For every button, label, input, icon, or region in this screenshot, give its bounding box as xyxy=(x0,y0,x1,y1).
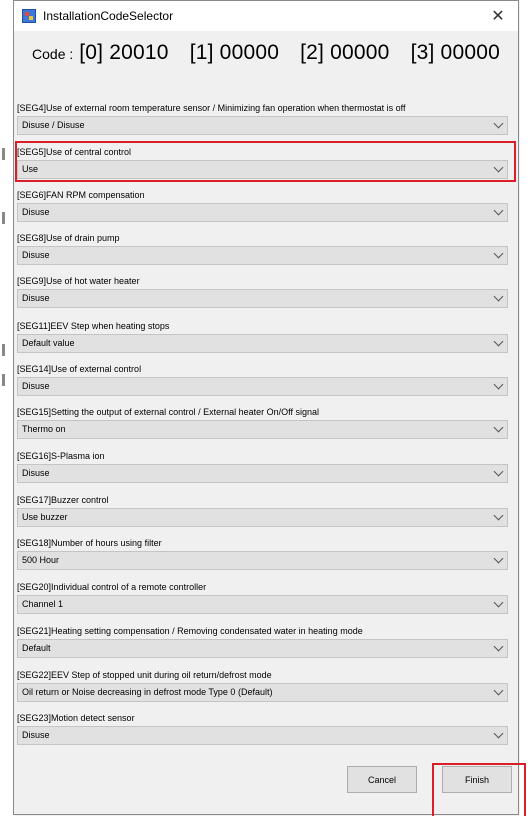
chevron-down-icon xyxy=(493,336,504,347)
segment-dropdown[interactable]: Thermo on xyxy=(17,420,508,439)
segment-seg6: [SEG6]FAN RPM compensation Disuse xyxy=(17,189,508,229)
segment-seg11: [SEG11]EEV Step when heating stops Defau… xyxy=(17,320,508,360)
dropdown-value: Disuse xyxy=(22,250,50,260)
chevron-down-icon xyxy=(493,248,504,259)
chevron-down-icon xyxy=(493,510,504,521)
segment-label: [SEG4]Use of external room temperature s… xyxy=(17,103,406,113)
segment-dropdown[interactable]: Disuse xyxy=(17,289,508,308)
segment-dropdown[interactable]: 500 Hour xyxy=(17,551,508,570)
finish-highlight-box xyxy=(432,763,526,816)
segment-dropdown[interactable]: Default value xyxy=(17,334,508,353)
close-button[interactable]: ✕ xyxy=(478,1,518,31)
background-window-right xyxy=(520,0,530,816)
chevron-down-icon xyxy=(493,553,504,564)
segment-label: [SEG15]Setting the output of external co… xyxy=(17,407,320,417)
segment-label: [SEG21]Heating setting compensation / Re… xyxy=(17,626,363,636)
chevron-down-icon xyxy=(493,466,504,477)
background-mark xyxy=(2,374,5,386)
code-value-3: [3] 00000 xyxy=(410,41,500,64)
segment-seg15: [SEG15]Setting the output of external co… xyxy=(17,406,508,446)
dropdown-value: Disuse xyxy=(22,207,50,217)
chevron-down-icon xyxy=(493,728,504,739)
segment-dropdown[interactable]: Channel 1 xyxy=(17,595,508,614)
segment-label: [SEG14]Use of external control xyxy=(17,364,142,374)
background-mark xyxy=(2,148,5,160)
chevron-down-icon xyxy=(493,597,504,608)
segment-seg9: [SEG9]Use of hot water heater Disuse xyxy=(17,275,508,315)
dropdown-value: Channel 1 xyxy=(22,599,64,609)
dropdown-value: Disuse xyxy=(22,730,50,740)
code-value-0: [0] 20010 xyxy=(79,41,169,64)
code-label: Code : xyxy=(32,46,74,62)
title-bar: InstallationCodeSelector ✕ xyxy=(14,1,518,31)
segment-label: [SEG9]Use of hot water heater xyxy=(17,276,140,286)
segment-seg17: [SEG17]Buzzer control Use buzzer xyxy=(17,494,508,534)
chevron-down-icon xyxy=(493,685,504,696)
chevron-down-icon xyxy=(493,641,504,652)
dropdown-value: Disuse xyxy=(22,381,50,391)
segment-seg8: [SEG8]Use of drain pump Disuse xyxy=(17,232,508,272)
segment-seg21: [SEG21]Heating setting compensation / Re… xyxy=(17,625,508,665)
background-mark xyxy=(2,344,5,356)
dropdown-value: Default xyxy=(22,643,51,653)
segment-dropdown[interactable]: Oil return or Noise decreasing in defros… xyxy=(17,683,508,702)
segment-seg22: [SEG22]EEV Step of stopped unit during o… xyxy=(17,669,508,709)
chevron-down-icon xyxy=(493,422,504,433)
dropdown-value: Use buzzer xyxy=(22,512,68,522)
chevron-down-icon xyxy=(493,379,504,390)
segment-dropdown[interactable]: Default xyxy=(17,639,508,658)
background-mark xyxy=(2,212,5,224)
background-window-left xyxy=(0,0,14,816)
segment-dropdown[interactable]: Disuse xyxy=(17,203,508,222)
segment-seg18: [SEG18]Number of hours using filter 500 … xyxy=(17,537,508,577)
dropdown-value: Default value xyxy=(22,338,75,348)
segment-label: [SEG16]S-Plasma ion xyxy=(17,451,105,461)
code-display: Code : [0] 20010 [1] 00000 [2] 00000 [3]… xyxy=(14,41,518,65)
segment-label: [SEG17]Buzzer control xyxy=(17,495,109,505)
code-value-2: [2] 00000 xyxy=(300,41,390,64)
dropdown-value: Thermo on xyxy=(22,424,66,434)
segment-label: [SEG23]Motion detect sensor xyxy=(17,713,135,723)
code-values: [0] 20010 [1] 00000 [2] 00000 [3] 00000 xyxy=(79,41,500,65)
dropdown-value: 500 Hour xyxy=(22,555,60,565)
segment-label: [SEG22]EEV Step of stopped unit during o… xyxy=(17,670,272,680)
seg5-highlight-box xyxy=(15,141,516,182)
segment-dropdown[interactable]: Disuse xyxy=(17,246,508,265)
chevron-down-icon xyxy=(493,291,504,302)
segment-seg16: [SEG16]S-Plasma ion Disuse xyxy=(17,450,508,490)
segment-dropdown[interactable]: Disuse / Disuse xyxy=(17,116,508,135)
segment-dropdown[interactable]: Disuse xyxy=(17,726,508,745)
segment-label: [SEG18]Number of hours using filter xyxy=(17,538,162,548)
segment-label: [SEG8]Use of drain pump xyxy=(17,233,120,243)
window-title: InstallationCodeSelector xyxy=(43,9,174,23)
segment-label: [SEG6]FAN RPM compensation xyxy=(17,190,145,200)
dropdown-value: Oil return or Noise decreasing in defros… xyxy=(22,687,273,697)
segment-dropdown[interactable]: Use buzzer xyxy=(17,508,508,527)
segment-label: [SEG11]EEV Step when heating stops xyxy=(17,321,170,331)
dropdown-value: Disuse xyxy=(22,293,50,303)
segment-label: [SEG20]Individual control of a remote co… xyxy=(17,582,207,592)
chevron-down-icon xyxy=(493,118,504,129)
chevron-down-icon xyxy=(493,205,504,216)
segment-seg4: [SEG4]Use of external room temperature s… xyxy=(17,102,508,142)
segment-seg14: [SEG14]Use of external control Disuse xyxy=(17,363,508,403)
app-icon xyxy=(22,9,36,23)
segment-dropdown[interactable]: Disuse xyxy=(17,377,508,396)
segment-seg20: [SEG20]Individual control of a remote co… xyxy=(17,581,508,621)
cancel-button[interactable]: Cancel xyxy=(347,766,417,793)
close-icon: ✕ xyxy=(491,8,505,25)
segment-dropdown[interactable]: Disuse xyxy=(17,464,508,483)
code-value-1: [1] 00000 xyxy=(189,41,280,64)
segment-seg23: [SEG23]Motion detect sensor Disuse xyxy=(17,712,508,752)
dropdown-value: Disuse xyxy=(22,468,50,478)
dropdown-value: Disuse / Disuse xyxy=(22,120,85,130)
